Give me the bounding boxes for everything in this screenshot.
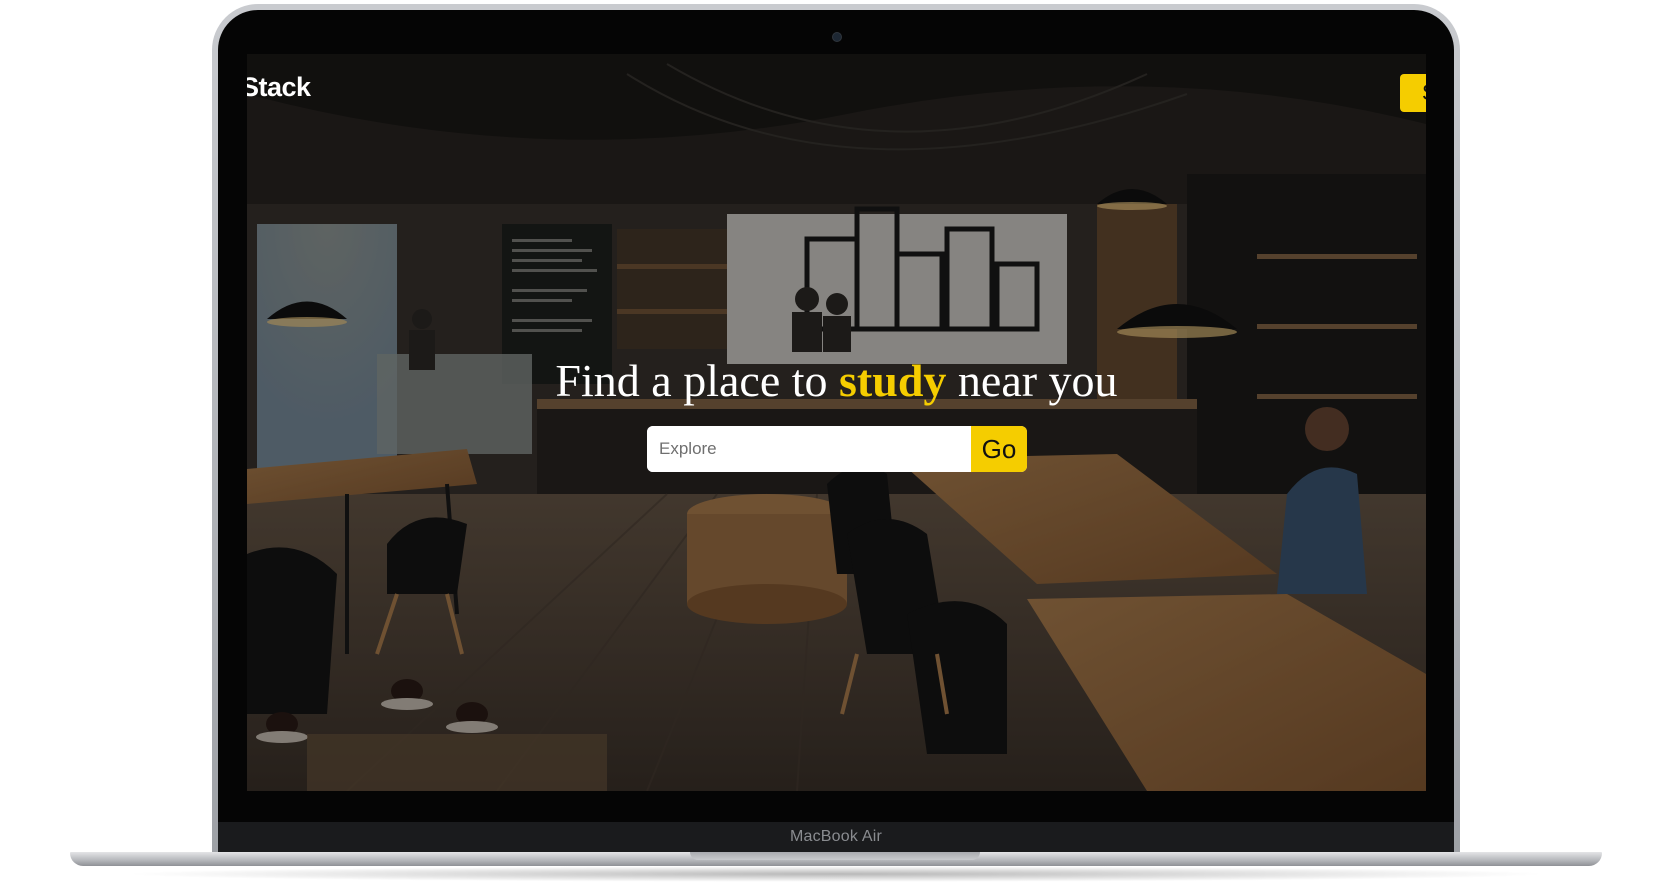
hero-title-start: Find a place to <box>555 355 840 406</box>
hero-title: Find a place to study near you <box>247 354 1426 408</box>
dark-overlay <box>247 54 1426 791</box>
laptop-chin: MacBook Air <box>218 822 1454 852</box>
device-label: MacBook Air <box>789 828 882 845</box>
camera-icon <box>832 32 842 42</box>
search-form: Go <box>647 426 1027 472</box>
hero-title-end: near you <box>946 355 1118 406</box>
website-screen: Stack S Find a place to study near you G… <box>247 54 1426 791</box>
hero-title-accent: study <box>839 355 947 406</box>
laptop-shadow <box>120 866 1552 882</box>
go-button[interactable]: Go <box>971 426 1027 472</box>
search-input[interactable] <box>647 426 971 472</box>
site-logo[interactable]: Stack <box>247 72 311 103</box>
nav-signup-button[interactable]: S <box>1400 74 1426 112</box>
laptop-base-notch <box>690 852 980 860</box>
